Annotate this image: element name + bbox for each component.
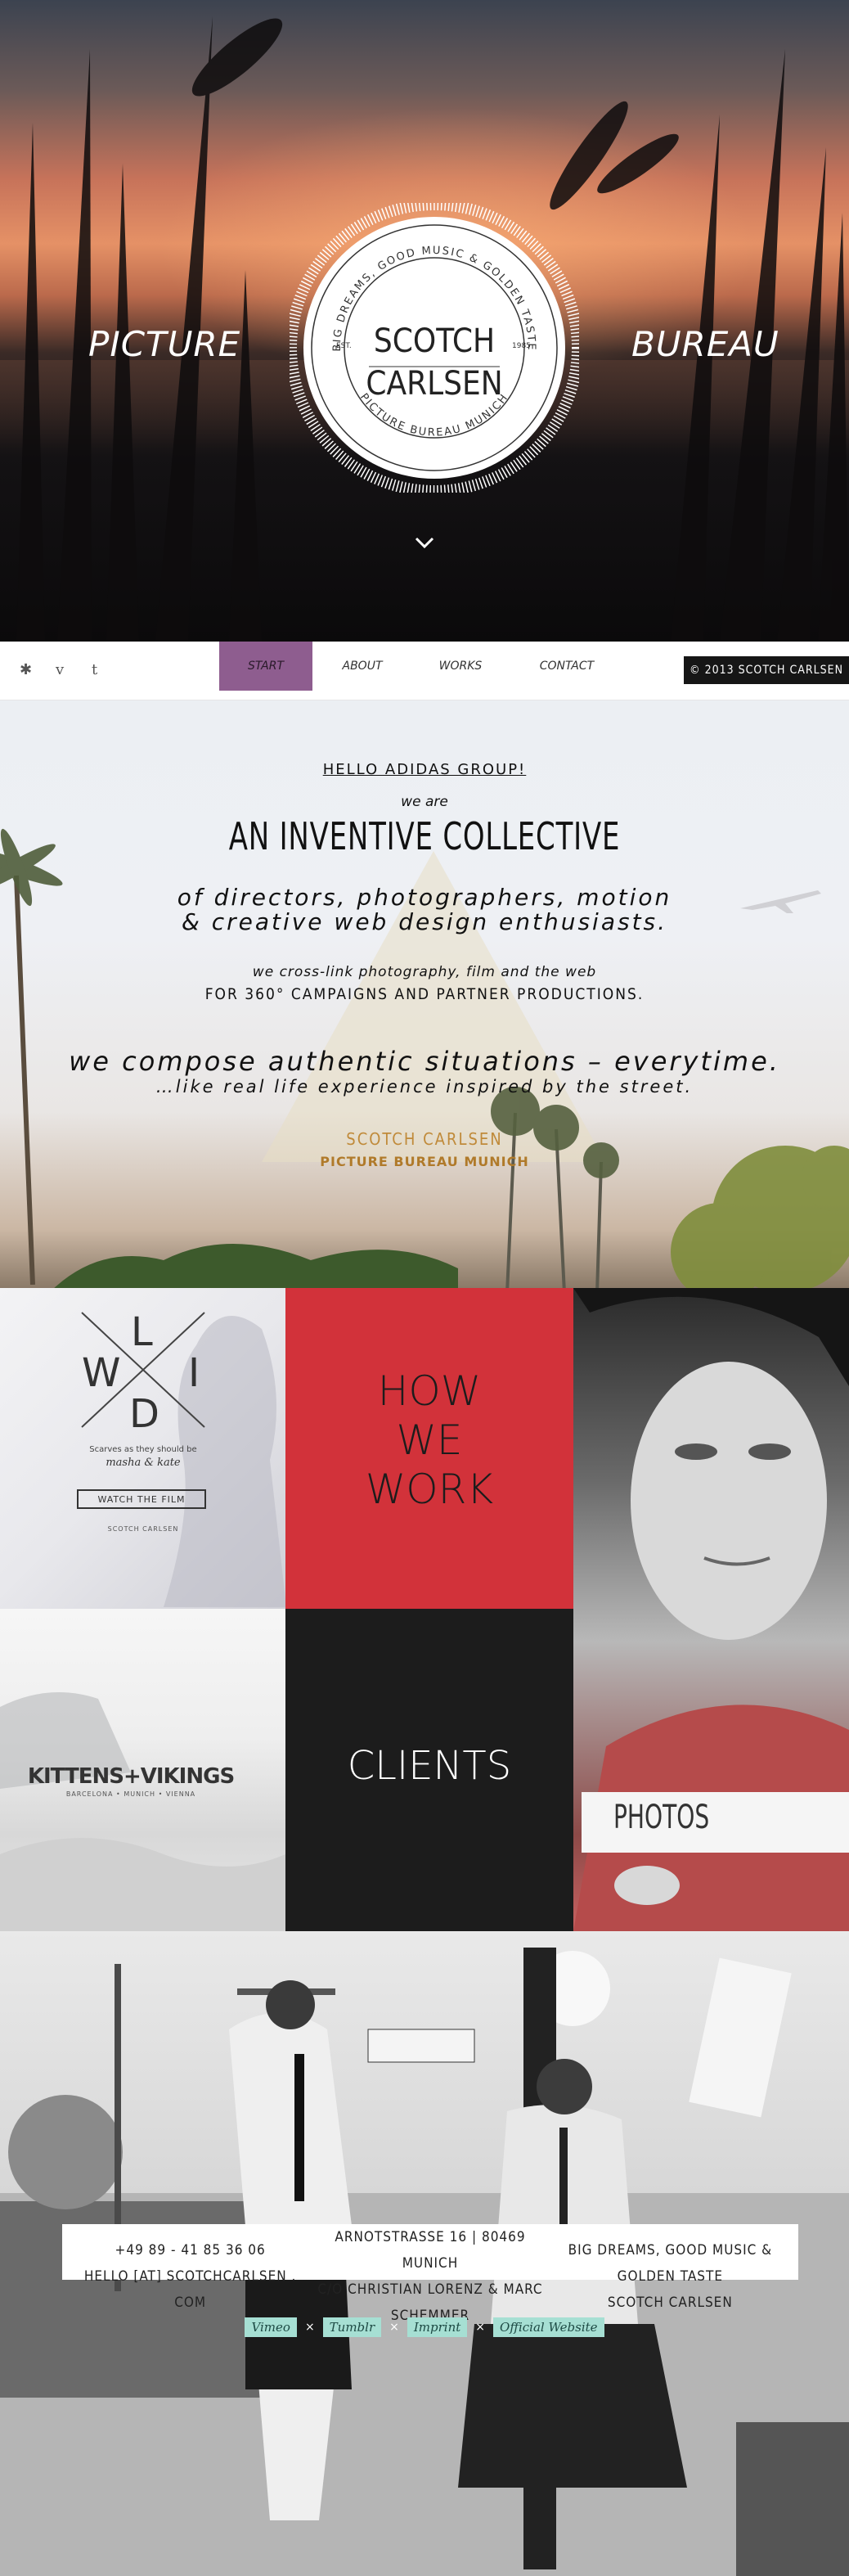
footer-link-imprint[interactable]: Imprint (407, 2317, 468, 2337)
nav-item-about[interactable]: ABOUT (316, 642, 409, 691)
footer-link-tumblr[interactable]: Tumblr (322, 2317, 382, 2337)
tumblr-icon[interactable]: t (92, 661, 97, 678)
copyright-badge: © 2013 SCOTCH CARLSEN (684, 656, 849, 684)
clients-label: CLIENTS (347, 1743, 512, 1789)
how-line1: HOW (377, 1367, 482, 1415)
watch-film-button[interactable]: WATCH THE FILM (77, 1489, 206, 1509)
intro-signature-bureau: PICTURE BUREAU MUNICH (320, 1154, 529, 1169)
footer-col-1: +49 89 - 41 85 36 06 HELLO [AT] SCOTCHCA… (70, 2237, 310, 2316)
footer-link-separator: × (304, 2321, 315, 2334)
wild-letter-d: D (129, 1391, 159, 1435)
footer-contact-box: +49 89 - 41 85 36 06 HELLO [AT] SCOTCHCA… (62, 2224, 798, 2324)
wild-credit: SCOTCH CARLSEN (107, 1525, 179, 1533)
nav-item-start[interactable]: START (219, 642, 312, 691)
intro-signature-name: SCOTCH CARLSEN (346, 1129, 503, 1149)
how-line3: WORK (365, 1466, 494, 1513)
hero-section: PICTURE BUREAU BIG DREAMS, GOOD MUSIC & … (0, 0, 849, 642)
intro-hello: HELLO ADIDAS GROUP! (322, 761, 527, 778)
footer-link-separator: × (389, 2321, 399, 2334)
intro-directors-line1: of directors, photographers, motion (177, 884, 672, 911)
intro-compose: we compose authentic situations – everyt… (69, 1046, 780, 1077)
nav-item-contact[interactable]: CONTACT (520, 642, 613, 691)
kittens-vikings-tile[interactable]: KITTENS+VIKINGS BARCELONA • MUNICH • VIE… (0, 1609, 285, 1931)
vimeo-icon[interactable]: v (56, 661, 64, 678)
nav-item-works[interactable]: WORKS (414, 642, 507, 691)
badge-year: 1985 (512, 342, 531, 350)
badge-est: EST. (336, 342, 352, 350)
photos-label: PHOTOS (613, 1799, 710, 1836)
wild-letter-i: I (188, 1350, 200, 1396)
intro-directors-line2: & creative web design enthusiasts. (181, 908, 668, 935)
intro-campaigns: FOR 360° CAMPAIGNS AND PARTNER PRODUCTIO… (204, 985, 645, 1003)
chevron-down-icon[interactable] (414, 532, 435, 553)
footer-tagline: BIG DREAMS, GOOD MUSIC & GOLDEN TASTE (568, 2242, 773, 2285)
intro-we-are: we are (401, 794, 448, 810)
footer-name: SCOTCH CARLSEN (607, 2295, 733, 2311)
wild-caption: Scarves as they should be (89, 1445, 197, 1454)
badge-name-line1: SCOTCH (374, 322, 495, 360)
asterisk-icon[interactable]: ✱ (20, 661, 32, 678)
intro-headline: AN INVENTIVE COLLECTIVE (228, 814, 621, 858)
footer-link-official-website[interactable]: Official Website (493, 2317, 604, 2337)
intro-directors: of directors, photographers, motion & cr… (0, 885, 849, 934)
scotch-carlsen-badge-logo[interactable]: BIG DREAMS, GOOD MUSIC & GOLDEN TASTE PI… (290, 203, 579, 493)
kittens-vikings-title: KITTENS+VIKINGS (27, 1764, 235, 1789)
footer-links: Vimeo × Tumblr × Imprint × Official Webs… (0, 2317, 849, 2337)
footer-phone[interactable]: +49 89 - 41 85 36 06 (70, 2237, 310, 2263)
footer-col-3: BIG DREAMS, GOOD MUSIC & GOLDEN TASTE SC… (550, 2237, 790, 2316)
wild-letter-l: L (131, 1309, 153, 1355)
footer-link-vimeo[interactable]: Vimeo (245, 2317, 297, 2337)
footer-address: ARNOTSTRASSE 16 | 80469 MUNICH (335, 2229, 526, 2272)
wild-logo: W I L D (81, 1309, 205, 1435)
badge-name-line2: CARLSEN (366, 365, 502, 403)
how-we-work-label: HOW WE WORK (285, 1367, 573, 1514)
hero-right-word: BUREAU (631, 324, 779, 364)
wild-script: masha & kate (106, 1457, 181, 1469)
how-we-work-tile[interactable]: HOW WE WORK (285, 1288, 573, 1609)
footer-col-2: ARNOTSTRASSE 16 | 80469 MUNICH C/O CHRIS… (310, 2224, 550, 2329)
wild-project-tile[interactable]: W I L D Scarves as they should be masha … (0, 1288, 285, 1609)
hero-left-word: PICTURE (88, 324, 241, 364)
intro-crosslink: we cross-link photography, film and the … (252, 964, 597, 980)
shrubs-bottom (49, 1244, 458, 1293)
clients-tile[interactable]: CLIENTS (285, 1609, 573, 1931)
how-line2: WE (396, 1416, 463, 1464)
footer-link-separator: × (475, 2321, 486, 2334)
intro-street: …like real life experience inspired by t… (155, 1077, 694, 1097)
footer-email[interactable]: HELLO [AT] SCOTCHCARLSEN . COM (70, 2263, 310, 2316)
kittens-vikings-subtitle: BARCELONA • MUNICH • VIENNA (65, 1790, 196, 1798)
wild-letter-w: W (82, 1350, 120, 1396)
